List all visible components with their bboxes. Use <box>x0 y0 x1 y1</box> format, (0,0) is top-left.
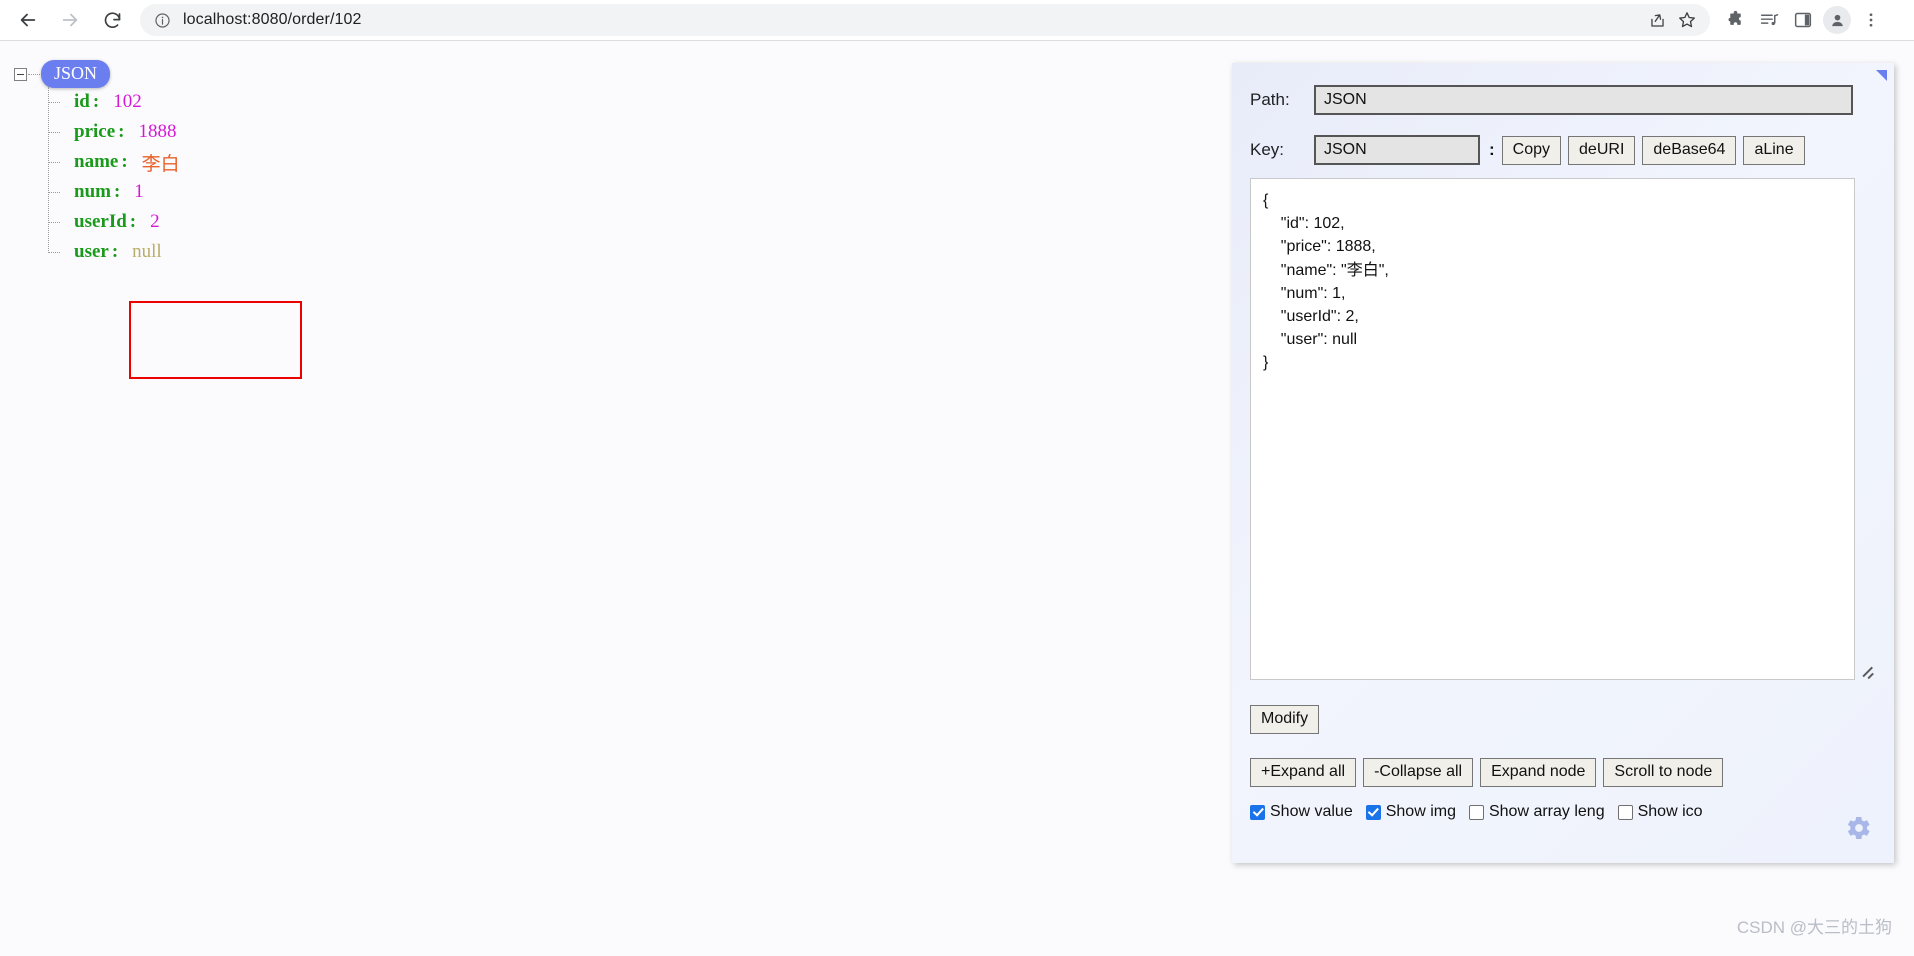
show-value-option[interactable]: Show value <box>1250 803 1353 821</box>
tree-node-colon: : <box>92 91 100 112</box>
url-text: localhost:8080/order/102 <box>183 11 362 28</box>
tree-node-key: price <box>74 121 116 142</box>
tree-tick <box>48 222 60 223</box>
settings-gear-icon[interactable] <box>1846 815 1872 841</box>
show-value-checkbox[interactable] <box>1250 804 1265 820</box>
browser-toolbar: localhost:8080/order/102 <box>0 0 1914 41</box>
tree-node-value: null <box>132 241 162 262</box>
collapse-toggle-icon[interactable] <box>14 67 27 81</box>
page-content: JSON id : 102 price : 1888 name : 李白 num… <box>0 41 1914 956</box>
options-checkbox-row: Show value Show img Show array leng Show… <box>1250 803 1716 821</box>
show-ico-checkbox[interactable] <box>1617 804 1633 820</box>
share-icon[interactable] <box>1642 5 1672 35</box>
show-array-leng-checkbox[interactable] <box>1468 804 1484 820</box>
expand-node-button[interactable]: Expand node <box>1480 758 1597 787</box>
side-panel-icon[interactable] <box>1786 3 1820 37</box>
expand-all-button[interactable]: +Expand all <box>1250 758 1357 787</box>
tree-vertical-line <box>48 87 49 253</box>
tree-node-key: id <box>74 91 90 112</box>
browser-action-icons <box>1718 3 1898 37</box>
show-img-option[interactable]: Show img <box>1365 803 1456 821</box>
modify-button[interactable]: Modify <box>1250 705 1320 734</box>
tree-node-colon: : <box>129 211 137 232</box>
tree-node-key: num <box>74 181 111 202</box>
aline-button[interactable]: aLine <box>1743 135 1805 165</box>
extensions-puzzle-icon[interactable] <box>1718 3 1752 37</box>
path-field-row: Path: <box>1250 85 1853 115</box>
tree-node-colon: : <box>111 241 119 262</box>
key-label: Key: <box>1250 140 1285 159</box>
tree-tick <box>48 252 60 253</box>
forward-arrow-icon <box>62 13 78 27</box>
tree-node-user[interactable]: user : null <box>48 237 180 267</box>
tree-node-colon: : <box>113 181 121 202</box>
back-button[interactable] <box>10 2 46 38</box>
show-array-leng-option[interactable]: Show array leng <box>1468 803 1605 821</box>
path-label: Path: <box>1250 90 1290 109</box>
tree-node-value: 1888 <box>138 121 177 142</box>
show-ico-label: Show ico <box>1637 803 1703 820</box>
json-root-badge[interactable]: JSON <box>41 60 111 88</box>
tree-node-key: userId <box>74 211 127 232</box>
show-value-label: Show value <box>1270 803 1353 820</box>
show-array-leng-label: Show array leng <box>1488 803 1605 820</box>
copy-button[interactable]: Copy <box>1501 135 1562 165</box>
path-input[interactable] <box>1314 85 1853 115</box>
tree-tick <box>48 132 60 133</box>
tree-tick <box>48 192 60 193</box>
tree-node-colon: : <box>118 121 125 142</box>
action-button-row: +Expand all -Collapse all Expand node Sc… <box>1250 758 1724 787</box>
scroll-to-node-button[interactable]: Scroll to node <box>1603 758 1724 787</box>
tree-node-id[interactable]: id : 102 <box>48 87 180 117</box>
tree-connector <box>28 73 40 75</box>
json-editor-textarea[interactable] <box>1250 178 1855 680</box>
textarea-resize-grip[interactable] <box>1860 663 1874 677</box>
bookmark-star-icon[interactable] <box>1672 5 1702 35</box>
reload-icon <box>104 11 120 28</box>
csdn-watermark: CSDN @大三的土狗 <box>1736 918 1892 937</box>
panel-resize-handle[interactable] <box>1876 70 1887 81</box>
json-tree-viewer: JSON id : 102 price : 1888 name : 李白 num… <box>14 60 302 379</box>
tree-node-value: 2 <box>150 211 160 232</box>
show-img-label: Show img <box>1385 803 1456 820</box>
tree-node-name[interactable]: name : 李白 <box>48 147 180 177</box>
chrome-menu-icon[interactable] <box>1854 3 1888 37</box>
show-img-checkbox[interactable] <box>1365 804 1381 820</box>
tree-node-userid[interactable]: userId : 2 <box>48 207 180 237</box>
tree-node-colon: : <box>121 151 128 172</box>
tree-root-row: JSON <box>14 60 180 88</box>
debase64-button[interactable]: deBase64 <box>1642 135 1737 165</box>
tree-node-num[interactable]: num : 1 <box>48 177 180 207</box>
forward-button[interactable] <box>52 2 88 38</box>
tree-node-value: 102 <box>113 91 142 112</box>
deuri-button[interactable]: deURI <box>1568 135 1636 165</box>
red-highlight-box <box>129 301 302 379</box>
key-field-row: Key: : Copy deURI deBase64 aLine <box>1250 135 1805 165</box>
back-arrow-icon <box>20 13 36 27</box>
json-tool-panel: Path: Key: : Copy deURI deBase64 aLine M… <box>1232 63 1894 863</box>
key-separator: : <box>1489 140 1495 159</box>
tree-tick <box>48 162 60 163</box>
media-playlist-icon[interactable] <box>1752 3 1786 37</box>
tree-node-key: name <box>74 151 119 172</box>
show-ico-option[interactable]: Show ico <box>1617 803 1703 821</box>
profile-avatar-icon[interactable] <box>1823 6 1851 34</box>
key-input[interactable] <box>1314 135 1480 165</box>
site-info-icon[interactable] <box>154 12 171 29</box>
tree-node-key: user <box>74 241 109 262</box>
tree-tick <box>48 102 60 103</box>
collapse-all-button[interactable]: -Collapse all <box>1363 758 1474 787</box>
tree-node-value: 1 <box>134 181 144 202</box>
tree-node-value: 李白 <box>141 153 180 175</box>
modify-button-row: Modify <box>1250 705 1320 734</box>
address-bar[interactable]: localhost:8080/order/102 <box>140 4 1710 36</box>
tree-node-price[interactable]: price : 1888 <box>48 117 180 147</box>
reload-button[interactable] <box>94 2 130 38</box>
tree-children: id : 102 price : 1888 name : 李白 num : 1 <box>48 87 180 267</box>
